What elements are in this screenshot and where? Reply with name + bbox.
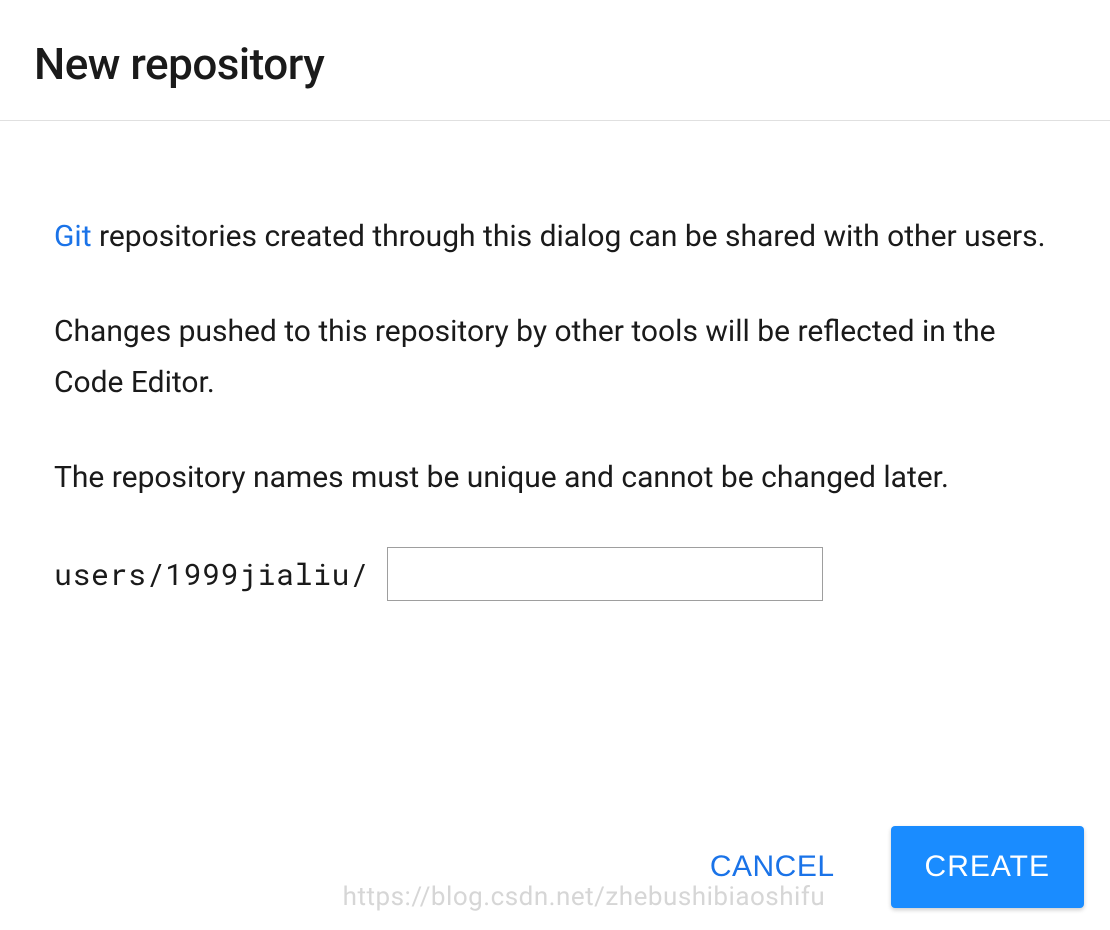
dialog-title: New repository xyxy=(34,38,1076,90)
dialog-body: Git repositories created through this di… xyxy=(0,121,1110,601)
repo-path-prefix: users/1999jialiu/ xyxy=(54,555,369,594)
description-text-1: repositories created through this dialog… xyxy=(92,219,1046,254)
dialog-header: New repository xyxy=(0,0,1110,121)
description-para-2: Changes pushed to this repository by oth… xyxy=(54,306,1056,408)
create-button[interactable]: CREATE xyxy=(891,826,1084,908)
repo-name-input[interactable] xyxy=(387,547,823,601)
dialog-actions: CANCEL CREATE xyxy=(702,826,1084,908)
git-link[interactable]: Git xyxy=(54,219,92,254)
repo-name-row: users/1999jialiu/ xyxy=(54,547,1056,601)
description-para-1: Git repositories created through this di… xyxy=(54,211,1056,262)
description-para-3: The repository names must be unique and … xyxy=(54,452,1056,503)
cancel-button[interactable]: CANCEL xyxy=(702,838,843,896)
